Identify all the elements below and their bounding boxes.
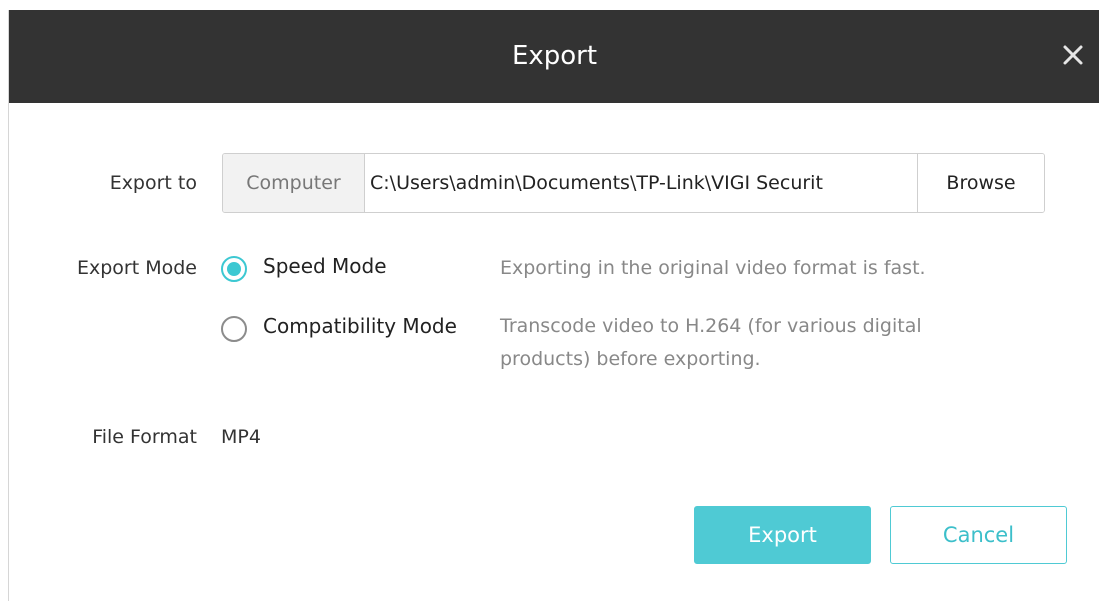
export-path-field: Computer Browse bbox=[222, 153, 1045, 213]
compatibility-mode-description-line1: Transcode video to H.264 (for various di… bbox=[500, 315, 922, 337]
close-icon[interactable] bbox=[1058, 40, 1088, 70]
dialog-title: Export bbox=[511, 41, 598, 71]
export-path-input[interactable] bbox=[365, 154, 917, 212]
export-source-label: Computer bbox=[223, 154, 365, 212]
speed-mode-option[interactable]: Speed Mode bbox=[221, 254, 421, 284]
browse-button[interactable]: Browse bbox=[917, 154, 1044, 212]
radio-unchecked-icon[interactable] bbox=[221, 316, 247, 342]
speed-mode-description: Exporting in the original video format i… bbox=[500, 257, 926, 279]
export-to-label: Export to bbox=[109, 172, 197, 194]
file-format-value: MP4 bbox=[221, 426, 261, 448]
cancel-button[interactable]: Cancel bbox=[890, 506, 1067, 564]
dialog-titlebar: Export bbox=[9, 10, 1099, 103]
compatibility-mode-description-line2: products) before exporting. bbox=[500, 348, 761, 370]
speed-mode-label: Speed Mode bbox=[263, 254, 387, 278]
radio-checked-icon[interactable] bbox=[221, 256, 247, 282]
export-mode-label: Export Mode bbox=[76, 257, 197, 279]
export-dialog: Export Export to Computer Browse Export … bbox=[8, 10, 1099, 601]
compatibility-mode-label: Compatibility Mode bbox=[263, 314, 457, 338]
file-format-label: File Format bbox=[92, 426, 197, 448]
compatibility-mode-option[interactable]: Compatibility Mode bbox=[221, 314, 491, 344]
export-button[interactable]: Export bbox=[694, 506, 871, 564]
